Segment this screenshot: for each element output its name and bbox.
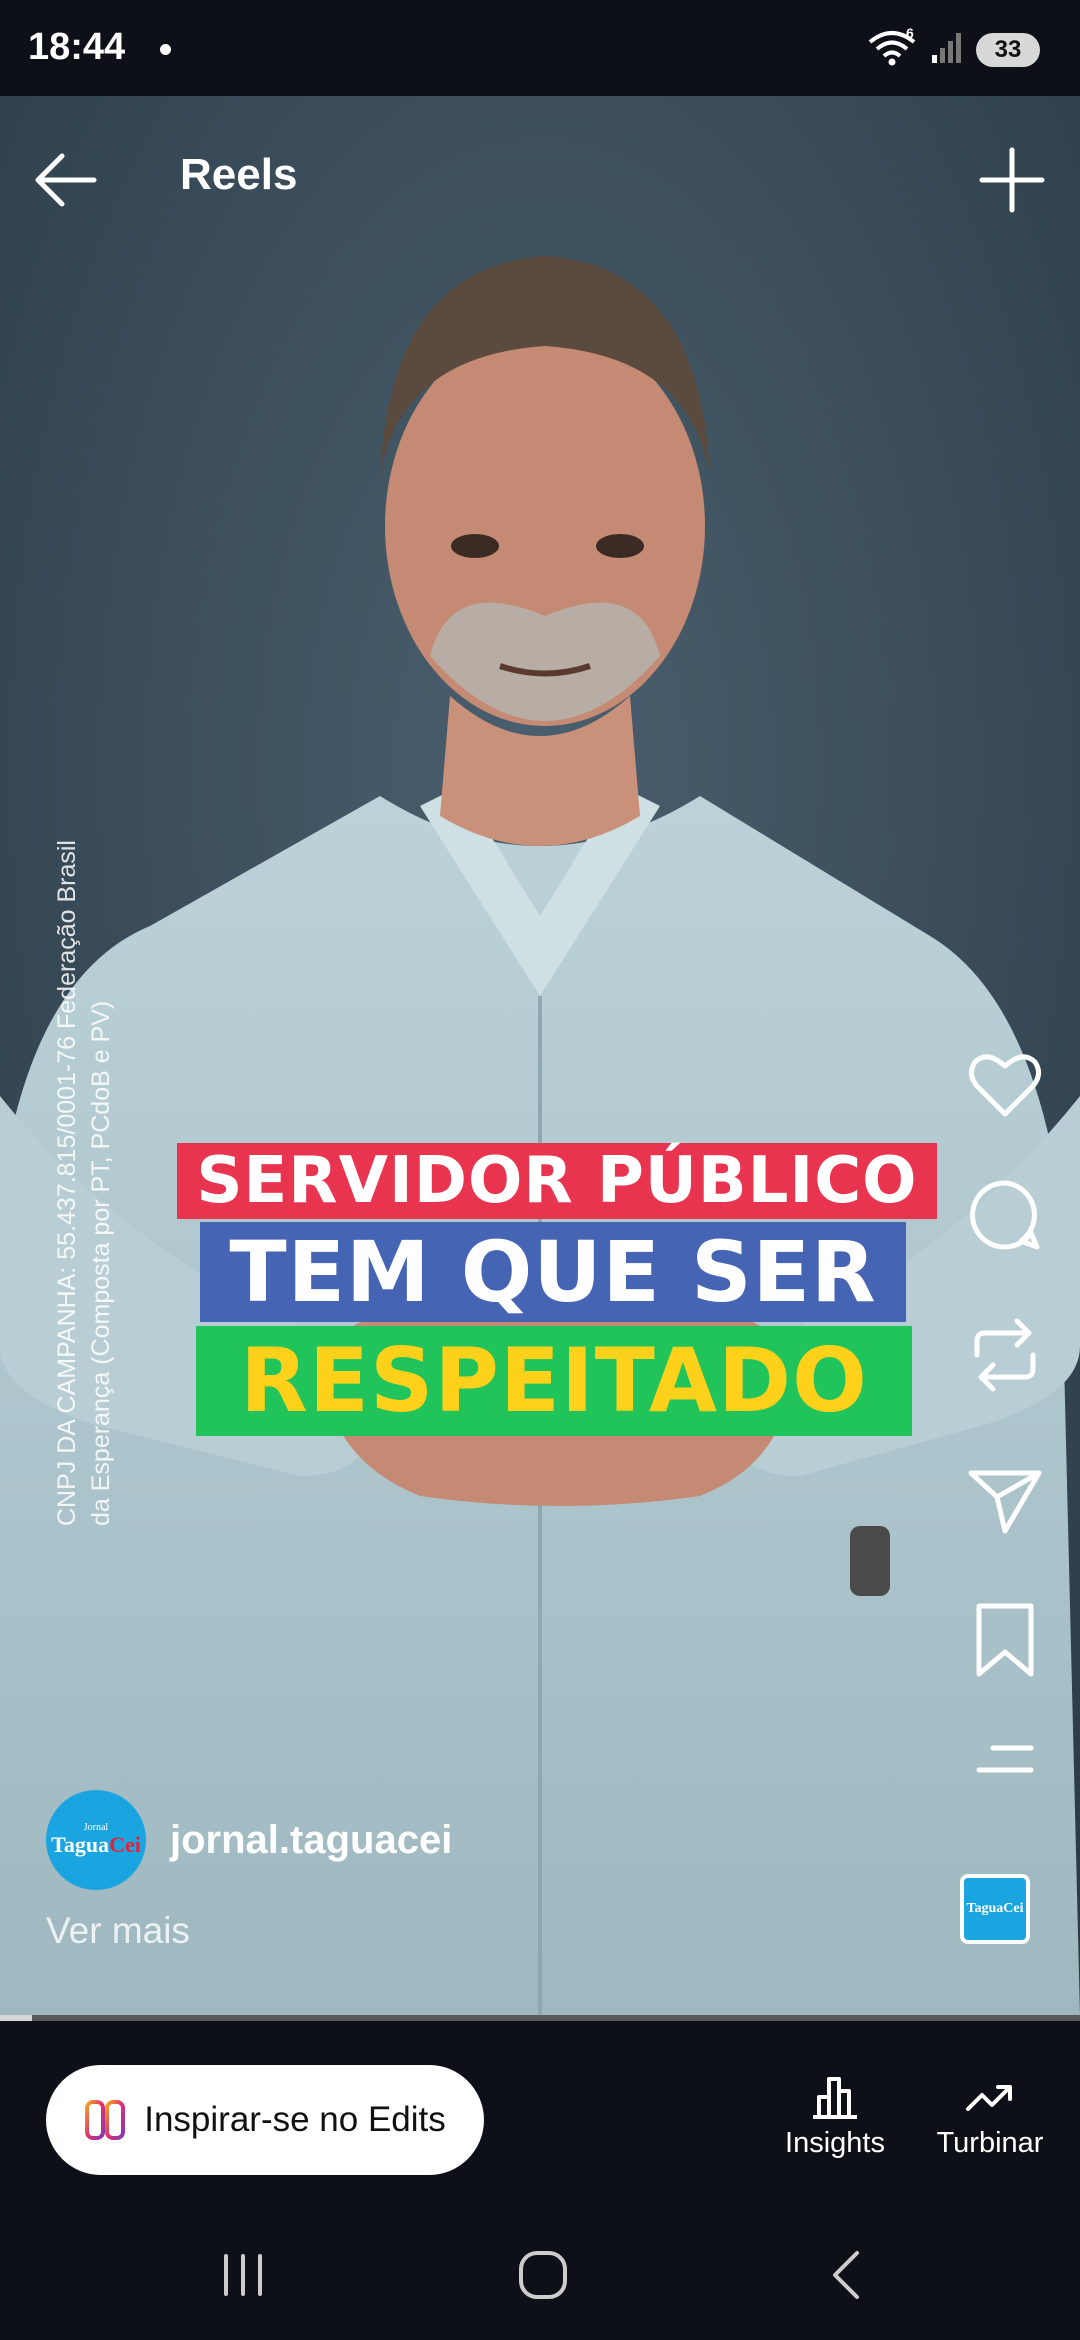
repost-icon xyxy=(974,1318,1036,1392)
bookmark-icon xyxy=(976,1603,1034,1677)
reel-video[interactable]: CNPJ DA CAMPANHA: 55.437.815/0001-76 Fed… xyxy=(0,96,1080,2016)
avatar-logo-text: TaguaCei xyxy=(51,1832,141,1857)
audio-thumbnail[interactable]: TaguaCei xyxy=(960,1874,1030,1944)
heart-icon xyxy=(969,1054,1041,1117)
chevron-left-icon xyxy=(833,2251,859,2299)
status-icons: 6 33 xyxy=(866,25,1040,73)
insights-label: Insights xyxy=(785,2127,885,2159)
boost-button[interactable]: Turbinar xyxy=(930,2073,1050,2160)
more-icon xyxy=(976,1745,1034,1773)
avatar[interactable]: Jornal TaguaCei xyxy=(46,1790,146,1890)
share-icon xyxy=(968,1470,1042,1534)
notification-dot-icon xyxy=(160,44,171,55)
status-time: 18:44 xyxy=(28,26,126,68)
bottom-bar: Inspirar-se no Edits Insights Turbinar xyxy=(0,2021,1080,2205)
network-label: 6 xyxy=(906,28,914,41)
recent-apps-button[interactable] xyxy=(198,2235,288,2315)
create-button[interactable] xyxy=(972,140,1052,220)
trending-up-icon xyxy=(966,2085,1012,2111)
caption-line-1: SERVIDOR PÚBLICO xyxy=(177,1143,937,1219)
boost-label: Turbinar xyxy=(936,2127,1044,2159)
bar-chart-icon xyxy=(813,2077,857,2119)
system-nav-bar xyxy=(0,2205,1080,2340)
edits-label: Inspirar-se no Edits xyxy=(144,2100,446,2139)
back-button[interactable] xyxy=(28,140,108,220)
battery-indicator: 33 xyxy=(976,33,1040,67)
edits-button[interactable]: Inspirar-se no Edits xyxy=(46,2065,484,2175)
reels-header: Reels xyxy=(0,96,1080,256)
edits-icon xyxy=(85,2100,126,2140)
signal-icon xyxy=(930,31,964,70)
audio-thumb-label: TaguaCei xyxy=(966,1901,1024,1916)
caption-line-2: TEM QUE SER xyxy=(200,1222,906,1322)
repost-button[interactable] xyxy=(955,1310,1055,1400)
account-row[interactable]: Jornal TaguaCei jornal.taguacei xyxy=(46,1790,452,1890)
back-nav-button[interactable] xyxy=(802,2235,892,2315)
home-icon xyxy=(519,2251,567,2299)
insights-button[interactable]: Insights xyxy=(780,2073,890,2160)
status-bar: 18:44 6 33 xyxy=(0,0,1080,96)
plus-icon xyxy=(979,147,1045,213)
share-button[interactable] xyxy=(955,1455,1055,1545)
comment-icon xyxy=(970,1180,1040,1250)
like-button[interactable] xyxy=(955,1040,1055,1130)
video-frame xyxy=(0,96,1080,2016)
wifi-icon: 6 xyxy=(866,25,918,73)
page-title: Reels xyxy=(180,150,298,199)
username[interactable]: jornal.taguacei xyxy=(170,1818,452,1863)
see-more-link[interactable]: Ver mais xyxy=(46,1910,190,1952)
comment-button[interactable] xyxy=(955,1170,1055,1260)
home-button[interactable] xyxy=(498,2235,588,2315)
disclaimer-line-2: da Esperança (Composta por PT, PCdoB e P… xyxy=(87,1000,115,1526)
caption-line-3: RESPEITADO xyxy=(196,1326,912,1436)
campaign-disclaimer: CNPJ DA CAMPANHA: 55.437.815/0001-76 Fed… xyxy=(50,840,118,1526)
more-button[interactable] xyxy=(955,1730,1055,1790)
arrow-left-icon xyxy=(35,153,97,207)
recent-apps-icon xyxy=(224,2254,262,2296)
disclaimer-line-1: CNPJ DA CAMPANHA: 55.437.815/0001-76 Fed… xyxy=(53,840,81,1526)
save-button[interactable] xyxy=(955,1595,1055,1685)
